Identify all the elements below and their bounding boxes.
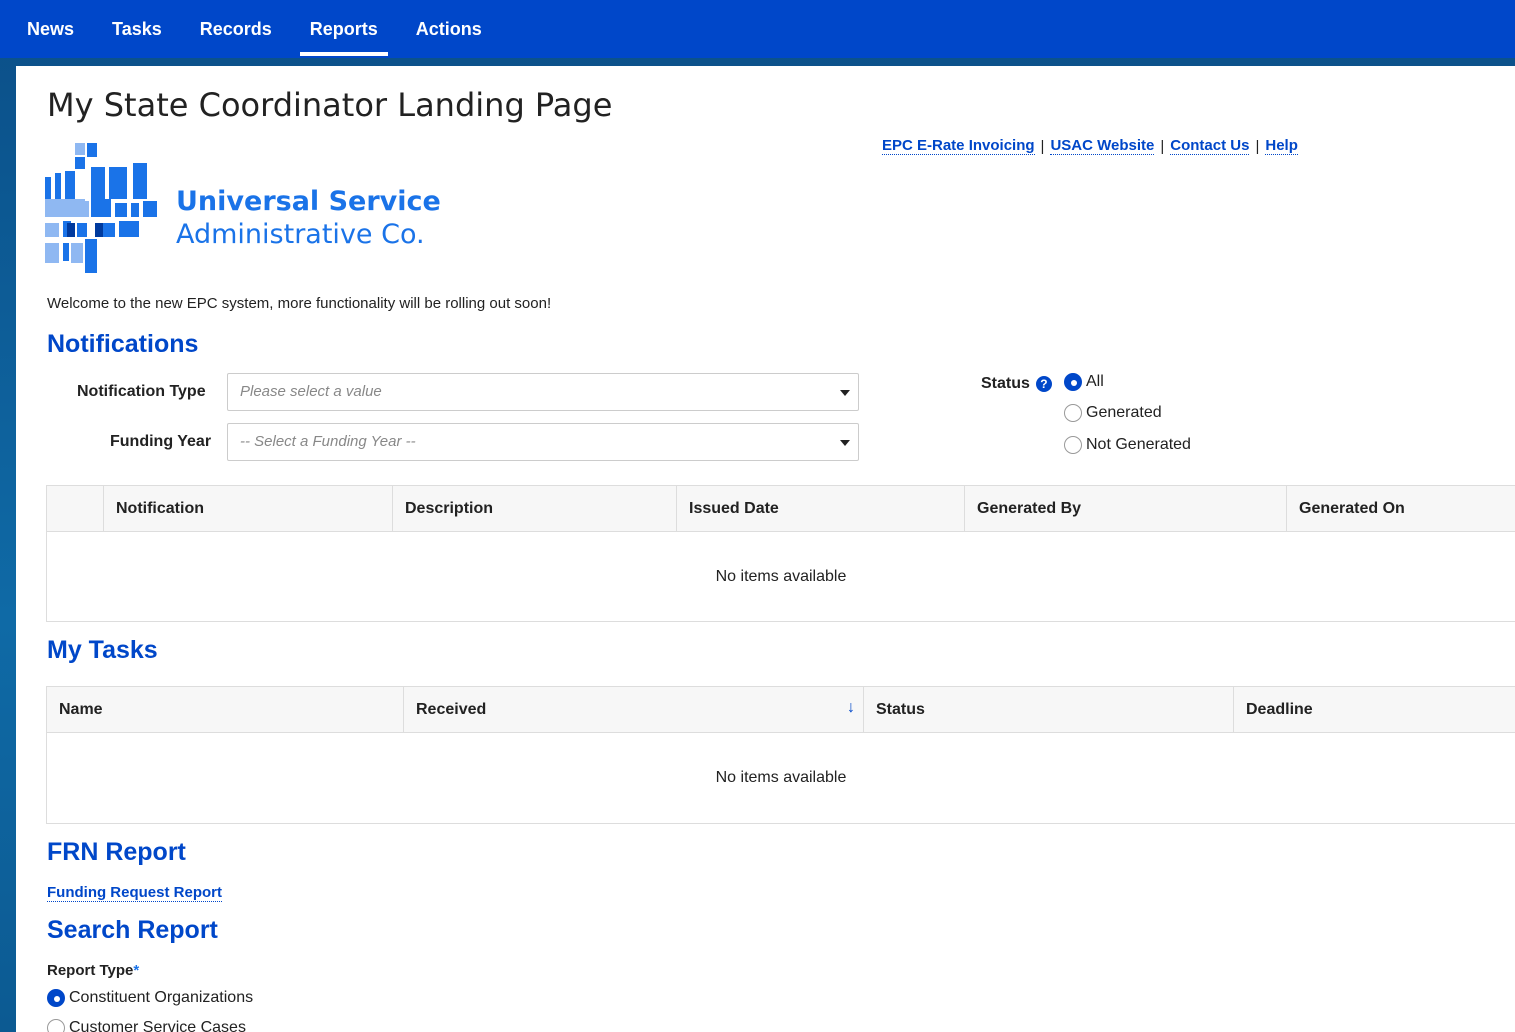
empty-message: No items available bbox=[715, 568, 847, 585]
search-report-heading: Search Report bbox=[47, 916, 218, 944]
radio-icon bbox=[1064, 404, 1082, 422]
column-status[interactable]: Status bbox=[863, 687, 1233, 733]
column-notification[interactable]: Notification bbox=[103, 486, 392, 532]
nav-reports[interactable]: Reports bbox=[291, 0, 397, 58]
help-link[interactable]: Help bbox=[1265, 137, 1298, 155]
funding-year-label: Funding Year bbox=[110, 433, 212, 450]
notification-type-placeholder: Please select a value bbox=[240, 383, 382, 400]
radio-icon bbox=[47, 1019, 65, 1032]
column-generated-on[interactable]: Generated On bbox=[1286, 486, 1515, 532]
epc-invoicing-link[interactable]: EPC E-Rate Invoicing bbox=[882, 137, 1035, 155]
nav-records[interactable]: Records bbox=[181, 0, 291, 58]
radio-selected-icon bbox=[1064, 373, 1082, 391]
status-generated-radio[interactable]: Generated bbox=[1064, 404, 1162, 422]
report-type-customer-service-radio[interactable]: Customer Service Cases bbox=[47, 1019, 246, 1032]
status-option-label: All bbox=[1086, 373, 1104, 390]
welcome-message: Welcome to the new EPC system, more func… bbox=[47, 295, 552, 312]
my-tasks-heading: My Tasks bbox=[47, 636, 158, 664]
column-issued-date[interactable]: Issued Date bbox=[676, 486, 964, 532]
report-type-label: Report Type* bbox=[47, 962, 139, 979]
utility-links: EPC E-Rate Invoicing | USAC Website | Co… bbox=[882, 137, 1298, 155]
link-separator: | bbox=[1255, 137, 1260, 155]
link-separator: | bbox=[1160, 137, 1165, 155]
status-label-text: Status bbox=[981, 375, 1030, 392]
notification-type-label: Notification Type bbox=[77, 383, 206, 400]
notifications-grid-header: Notification Description Issued Date Gen… bbox=[47, 486, 1515, 532]
radio-icon bbox=[1064, 436, 1082, 454]
tasks-grid-body: No items available bbox=[47, 733, 1515, 823]
logo-title: Universal Service bbox=[176, 186, 441, 217]
help-icon[interactable]: ? bbox=[1035, 376, 1052, 392]
report-type-option-label: Constituent Organizations bbox=[69, 989, 254, 1006]
report-type-option-label: Customer Service Cases bbox=[69, 1019, 246, 1032]
column-description[interactable]: Description bbox=[392, 486, 676, 532]
logo-subtitle: Administrative Co. bbox=[176, 219, 425, 250]
chevron-down-icon bbox=[840, 440, 850, 446]
top-navigation: News Tasks Records Reports Actions bbox=[0, 0, 1515, 58]
frn-report-heading: FRN Report bbox=[47, 838, 186, 866]
contact-us-link[interactable]: Contact Us bbox=[1170, 137, 1250, 155]
report-type-constituent-radio[interactable]: Constituent Organizations bbox=[47, 989, 253, 1007]
sort-descending-icon[interactable]: ↓ bbox=[847, 699, 855, 717]
nav-news[interactable]: News bbox=[8, 0, 93, 58]
status-all-radio[interactable]: All bbox=[1064, 373, 1104, 391]
tasks-grid: Name Received ↓ Status Deadline No items… bbox=[46, 686, 1515, 824]
column-deadline[interactable]: Deadline bbox=[1233, 687, 1515, 733]
notifications-grid-body: No items available bbox=[47, 532, 1515, 622]
funding-request-report-link[interactable]: Funding Request Report bbox=[47, 884, 222, 902]
notifications-heading: Notifications bbox=[47, 330, 199, 358]
chevron-down-icon bbox=[840, 390, 850, 396]
column-received[interactable]: Received bbox=[403, 687, 863, 733]
status-filter-label: Status ? bbox=[981, 375, 1052, 393]
nav-actions[interactable]: Actions bbox=[397, 0, 501, 58]
radio-selected-icon bbox=[47, 989, 65, 1007]
report-type-label-text: Report Type bbox=[47, 962, 134, 979]
status-not-generated-radio[interactable]: Not Generated bbox=[1064, 436, 1191, 454]
select-column-header[interactable] bbox=[47, 486, 103, 532]
notification-type-select[interactable]: Please select a value bbox=[227, 373, 859, 411]
usac-website-link[interactable]: USAC Website bbox=[1050, 137, 1155, 155]
required-asterisk: * bbox=[133, 962, 140, 979]
notifications-grid: Notification Description Issued Date Gen… bbox=[46, 485, 1515, 622]
status-option-label: Not Generated bbox=[1086, 436, 1191, 453]
column-generated-by[interactable]: Generated By bbox=[964, 486, 1286, 532]
page-title: My State Coordinator Landing Page bbox=[47, 86, 613, 124]
empty-message: No items available bbox=[715, 769, 847, 786]
column-name[interactable]: Name bbox=[47, 687, 403, 733]
tasks-grid-header: Name Received ↓ Status Deadline bbox=[47, 687, 1515, 733]
link-separator: | bbox=[1040, 137, 1045, 155]
nav-tasks[interactable]: Tasks bbox=[93, 0, 181, 58]
funding-year-select[interactable]: -- Select a Funding Year -- bbox=[227, 423, 859, 461]
main-content: My State Coordinator Landing Page EPC E-… bbox=[16, 66, 1515, 1032]
funding-year-placeholder: -- Select a Funding Year -- bbox=[240, 433, 416, 450]
status-option-label: Generated bbox=[1086, 404, 1162, 421]
